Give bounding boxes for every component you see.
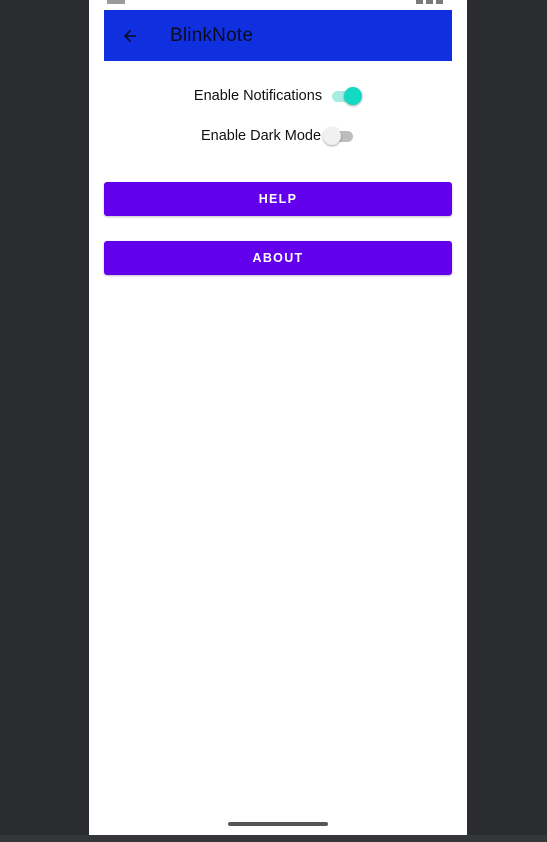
about-button[interactable]: ABOUT	[104, 241, 452, 275]
status-time	[107, 0, 125, 4]
status-bar	[89, 0, 467, 10]
arrow-back-icon	[124, 29, 136, 42]
help-button[interactable]: HELP	[104, 182, 452, 216]
dark-mode-toggle[interactable]	[323, 126, 355, 146]
home-indicator[interactable]	[228, 822, 328, 826]
notifications-label: Enable Notifications	[193, 88, 323, 104]
setting-row-notifications: Enable Notifications	[104, 81, 452, 111]
toggle-thumb	[323, 127, 342, 145]
back-button[interactable]	[117, 23, 143, 49]
phone-screen: BlinkNote Enable Notifications Enable Da…	[89, 0, 467, 835]
battery-icon	[436, 0, 443, 4]
signal-icon	[416, 0, 423, 4]
setting-row-dark-mode: Enable Dark Mode	[104, 121, 452, 151]
page-title: BlinkNote	[170, 24, 254, 46]
host-bottom-bar	[0, 835, 547, 842]
notifications-toggle[interactable]	[330, 86, 363, 106]
dark-mode-label: Enable Dark Mode	[200, 128, 322, 144]
toggle-thumb	[344, 87, 363, 105]
wifi-icon	[426, 0, 433, 4]
app-bar: BlinkNote	[104, 10, 452, 61]
status-icons	[416, 0, 443, 10]
